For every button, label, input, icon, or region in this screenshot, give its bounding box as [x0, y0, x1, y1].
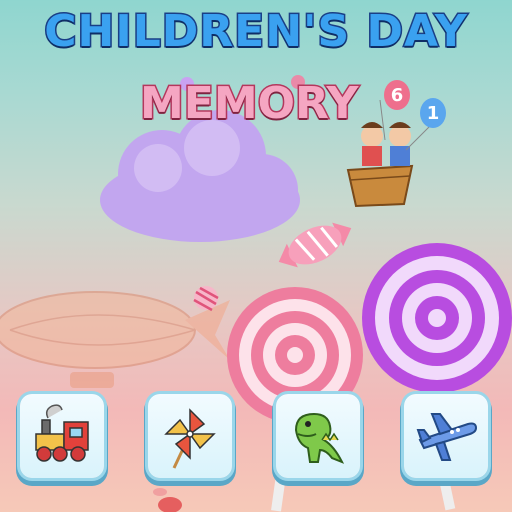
candy-piece: [158, 497, 182, 512]
memory-card-pinwheel[interactable]: [148, 394, 232, 478]
hot-air-balloon-basket: [346, 99, 431, 208]
blimp-illustration: [0, 291, 230, 388]
number-balloon-1: 1: [420, 98, 446, 128]
memory-card-dinosaur[interactable]: [276, 394, 360, 478]
game-scene: CHILDREN'S DAY MEMORY 6 1: [0, 0, 512, 512]
game-title: CHILDREN'S DAY: [43, 5, 469, 59]
airplane-icon: [416, 413, 478, 461]
memory-card-train[interactable]: [20, 394, 104, 478]
dinosaur-icon: [294, 412, 345, 464]
train-icon: [35, 404, 89, 462]
cloud-decor: [100, 110, 300, 242]
candy-piece: [153, 488, 167, 496]
game-subtitle: MEMORY: [138, 77, 359, 131]
number-balloon-6: 6: [384, 80, 410, 110]
pinwheel-icon: [164, 408, 216, 469]
memory-card-airplane[interactable]: [404, 394, 488, 478]
striped-candy-ball: [193, 286, 219, 312]
